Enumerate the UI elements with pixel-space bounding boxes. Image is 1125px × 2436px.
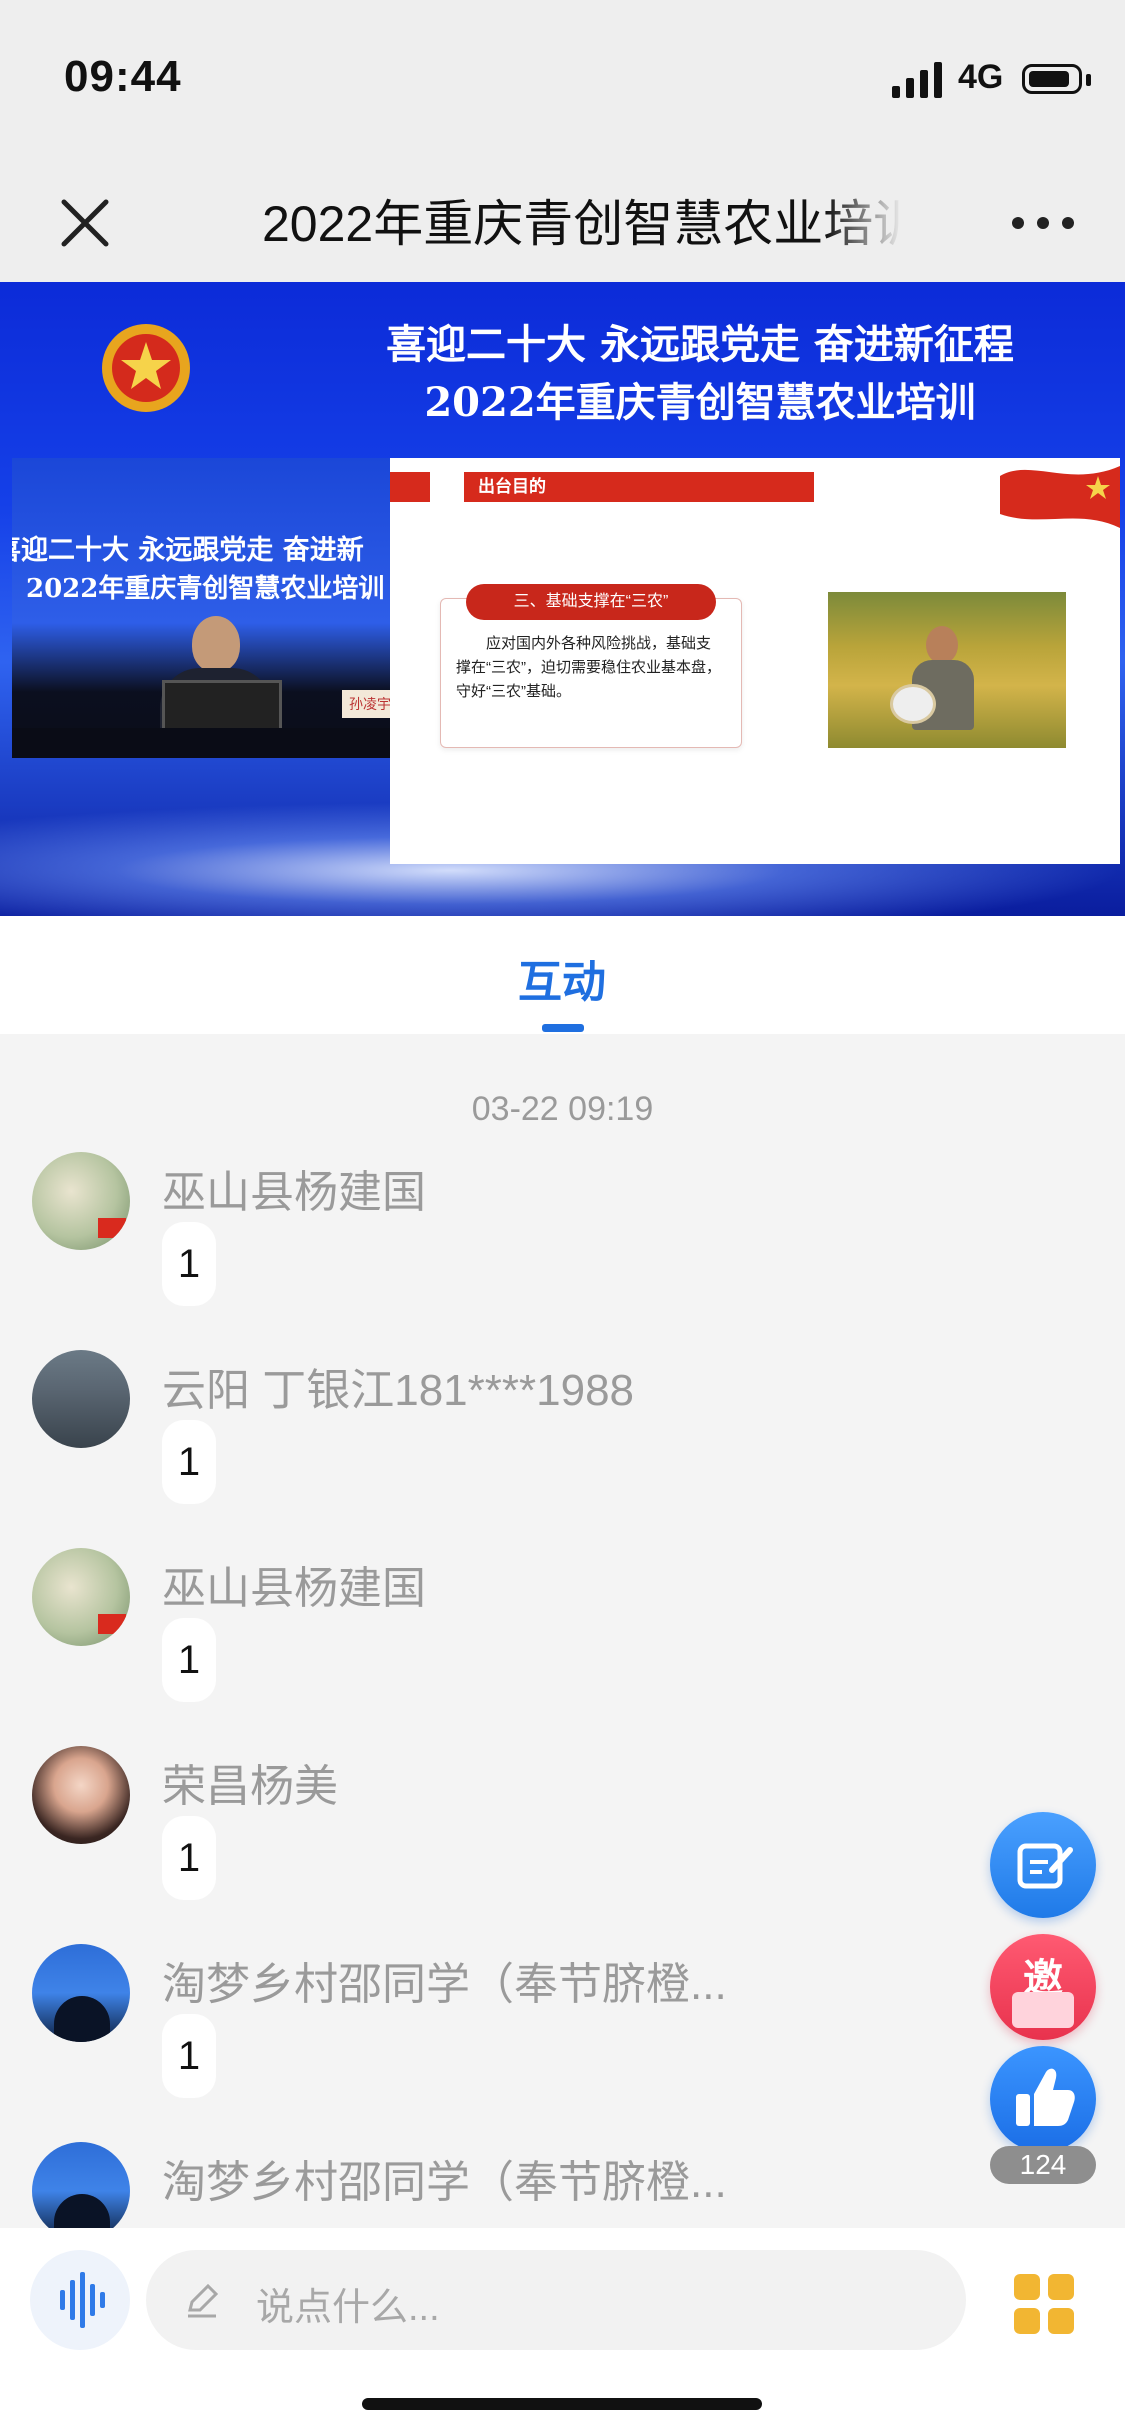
pip-banner-line2: 2022年重庆青创智慧农业培训 — [26, 574, 385, 604]
battery-icon — [1022, 64, 1082, 94]
chat-list[interactable]: 03-22 09:19 巫山县杨建国 1 云阳 丁银江181****1988 1… — [0, 1034, 1125, 2228]
avatar[interactable] — [32, 1548, 130, 1646]
straw-hat — [890, 684, 936, 724]
flag-badge-icon — [98, 1614, 126, 1634]
edit-note-button[interactable] — [990, 1812, 1096, 1918]
speaker-video: 喜迎二十大 永远跟党走 奋进新 2022年重庆青创智慧农业培训 孙凌宇 — [12, 458, 390, 758]
message-bubble: 1 — [162, 1420, 216, 1504]
silhouette — [54, 1996, 110, 2042]
banner-title-line2: 2022年重庆青创智慧农业培训 — [424, 379, 976, 426]
pip-banner-line1: 喜迎二十大 永远跟党走 奋进新 — [12, 535, 364, 566]
flag-badge-icon — [98, 1218, 126, 1238]
invite-button[interactable]: 邀 — [990, 1934, 1096, 2040]
china-flag-icon — [1000, 466, 1120, 528]
like-button[interactable] — [990, 2046, 1096, 2152]
chat-message: 巫山县杨建国 1 — [0, 1152, 1125, 1350]
chat-message: 巫山县杨建国 1 — [0, 1548, 1125, 1746]
tab-active-indicator — [542, 1024, 584, 1032]
message-bubble: 1 — [162, 2014, 216, 2098]
chat-message: 荣昌杨美 1 — [0, 1746, 1125, 1944]
message-bubble: 1 — [162, 1222, 216, 1306]
tab-bar: 互动 — [0, 916, 1125, 1034]
banner-title-line1: 喜迎二十大 永远跟党走 奋进新征程 — [386, 321, 1014, 368]
battery-cap — [1086, 74, 1091, 86]
slide-tab-marker — [390, 472, 430, 502]
invite-heart-icon — [1012, 1992, 1074, 2028]
voice-wave-icon — [60, 2272, 105, 2328]
chat-message: 淘梦乡村邵同学（奉节脐橙... — [0, 2142, 1125, 2228]
slide-header: 出台目的 — [464, 472, 814, 502]
live-video-player[interactable]: 喜迎二十大 永远跟党走 奋进新征程 2022年重庆青创智慧农业培训 喜迎二十大 … — [0, 282, 1125, 916]
tab-interact[interactable]: 互动 — [462, 946, 662, 1010]
input-placeholder: 说点什么... — [256, 2287, 440, 2329]
youth-league-emblem-icon — [102, 324, 190, 412]
farmer-head — [926, 626, 958, 664]
thumbs-up-icon — [1016, 2068, 1075, 2126]
message-sender: 荣昌杨美 — [162, 1762, 338, 1811]
message-sender: 巫山县杨建国 — [162, 1564, 426, 1613]
edit-note-icon — [1017, 1843, 1073, 1889]
chat-message: 云阳 丁银江181****1988 1 — [0, 1350, 1125, 1548]
status-bar: 09:44 4G — [0, 0, 1125, 170]
message-sender: 巫山县杨建国 — [162, 1168, 426, 1217]
composer-bar: 说点什么... — [0, 2228, 1125, 2436]
avatar[interactable] — [32, 2142, 130, 2228]
speaker-head — [192, 616, 240, 672]
more-dots-icon[interactable] — [1008, 198, 1078, 248]
message-bubble: 1 — [162, 1816, 216, 1900]
message-sender: 淘梦乡村邵同学（奉节脐橙... — [162, 2158, 727, 2207]
desk — [12, 728, 390, 758]
message-sender: 云阳 丁银江181****1988 — [162, 1366, 635, 1415]
presentation-slide: 出台目的 三、基础支撑在“三农” 应对国内外各种风险挑战，基础支撑在“三农”，迫… — [390, 458, 1120, 864]
farmer-wheat-photo — [828, 592, 1066, 748]
avatar[interactable] — [32, 1746, 130, 1844]
status-time: 09:44 — [64, 52, 182, 101]
pencil-icon — [188, 2283, 219, 2318]
message-bubble: 1 — [162, 1618, 216, 1702]
comment-input[interactable]: 说点什么... — [146, 2250, 966, 2350]
speaker-nameplate: 孙凌宇 — [342, 690, 390, 718]
slide-body-text: 应对国内外各种风险挑战，基础支撑在“三农”，迫切需要稳住农业基本盘，守好“三农”… — [456, 635, 721, 700]
slide-section-title: 三、基础支撑在“三农” — [466, 584, 716, 620]
message-sender: 淘梦乡村邵同学（奉节脐橙... — [162, 1960, 727, 2009]
avatar[interactable] — [32, 1152, 130, 1250]
home-indicator — [362, 2398, 762, 2410]
nav-bar: 2022年重庆青创智慧农业培训 — [0, 170, 1125, 282]
apps-grid-icon[interactable] — [1014, 2274, 1074, 2334]
page-title: 2022年重庆青创智慧农业培训 — [262, 196, 902, 252]
chat-timestamp: 03-22 09:19 — [471, 1090, 654, 1128]
silhouette — [54, 2194, 110, 2228]
signal-icon — [892, 62, 942, 98]
avatar[interactable] — [32, 1944, 130, 2042]
chat-message: 淘梦乡村邵同学（奉节脐橙... 1 — [0, 1944, 1125, 2142]
avatar[interactable] — [32, 1350, 130, 1448]
voice-button[interactable] — [30, 2250, 130, 2350]
close-icon[interactable] — [52, 190, 118, 256]
network-type: 4G — [958, 58, 1004, 96]
like-count: 124 — [990, 2146, 1096, 2184]
